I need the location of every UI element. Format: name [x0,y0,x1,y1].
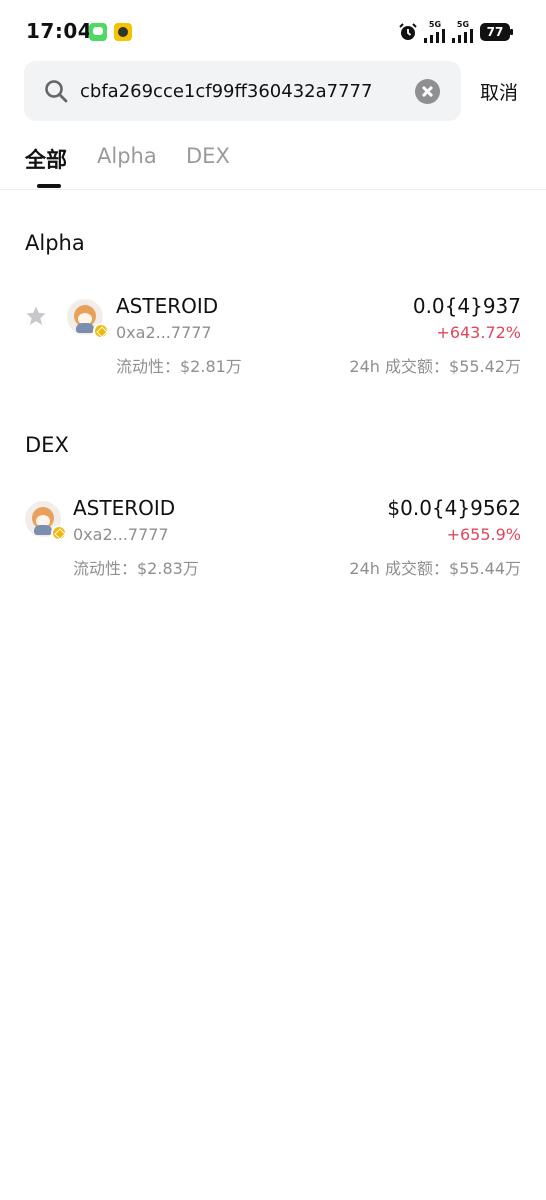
signal-icon-secondary: 5G [452,21,474,43]
tab-bar: 全部 Alpha DEX [0,140,546,190]
tab-all[interactable]: 全部 [25,144,67,174]
token-volume: 24h 成交额：$55.44万 [349,559,521,578]
messages-app-icon [89,23,107,41]
cancel-button[interactable]: 取消 [480,78,518,105]
signal-1-label: 5G [428,20,442,29]
token-row-dex[interactable]: ASTEROID 0xa2...7777 流动性：$2.83万 $0.0{4}9… [0,494,546,590]
app-notification-icon [114,23,132,41]
section-title-dex: DEX [25,433,69,457]
signal-icon: 5G [424,21,446,43]
battery-icon: 77 [480,23,513,41]
status-bar: 17:04 5G 5G 77 [0,0,546,62]
bnb-chain-icon [51,525,67,541]
status-time: 17:04 [26,19,93,43]
token-avatar [25,501,67,541]
search-input[interactable] [80,77,410,105]
token-liquidity: 流动性：$2.83万 [73,559,199,578]
bnb-chain-icon [93,323,109,339]
token-name: ASTEROID [73,496,176,520]
star-icon[interactable] [24,304,48,328]
token-name: ASTEROID [116,294,219,318]
status-indicators: 5G 5G 77 [398,20,513,44]
token-change: +655.9% [446,525,521,544]
alarm-icon [399,23,417,40]
token-volume: 24h 成交额：$55.42万 [349,357,521,376]
token-address: 0xa2...7777 [116,323,212,342]
signal-2-label: 5G [456,20,470,29]
tab-dex[interactable]: DEX [186,144,230,168]
token-price: 0.0{4}937 [412,294,521,318]
token-change: +643.72% [436,323,521,342]
battery-level: 77 [486,25,504,39]
token-liquidity: 流动性：$2.81万 [116,357,242,376]
active-tab-indicator [37,184,61,188]
search-icon [45,80,68,103]
token-avatar [67,299,109,339]
section-title-alpha: Alpha [25,231,85,255]
clear-icon[interactable] [415,79,440,104]
token-address: 0xa2...7777 [73,525,169,544]
tab-alpha[interactable]: Alpha [97,144,157,168]
token-row-alpha[interactable]: ASTEROID 0xa2...7777 流动性：$2.81万 0.0{4}93… [0,292,546,388]
token-price: $0.0{4}9562 [387,496,521,520]
search-box[interactable] [24,61,461,121]
